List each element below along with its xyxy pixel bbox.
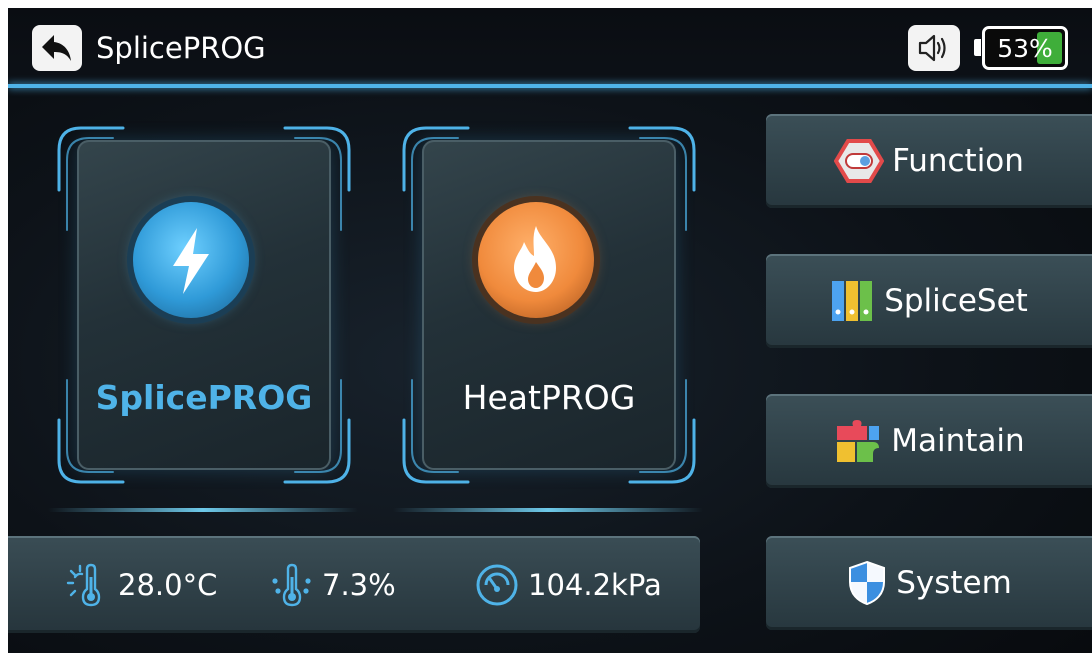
splice-screen: SplicePROG 53% SplicePROG HeatPROG Funct… [8, 8, 1092, 653]
page-title: SplicePROG [96, 31, 266, 65]
speaker-icon [918, 34, 946, 62]
back-arrow-icon [42, 35, 71, 61]
function-label: Function [892, 143, 1024, 179]
splice-prog-card[interactable]: SplicePROG [53, 120, 355, 490]
spliceset-button[interactable]: SpliceSet [766, 254, 1092, 348]
header-divider [8, 84, 1092, 88]
card-glow-line [48, 508, 358, 512]
battery-indicator: 53% [982, 26, 1068, 70]
pressure-value: 104.2kPa [528, 568, 662, 602]
back-button[interactable] [32, 25, 82, 71]
temperature-value: 28.0°C [118, 568, 218, 602]
spliceset-label: SpliceSet [884, 283, 1028, 319]
flame-icon [478, 202, 594, 318]
humidity-icon [272, 563, 311, 607]
humidity-value: 7.3% [322, 568, 396, 602]
sound-button[interactable] [908, 25, 960, 71]
card-glow-line [393, 508, 703, 512]
puzzle-icon [837, 420, 880, 462]
pressure-readout: 104.2kPa [474, 562, 662, 608]
gauge-icon [476, 564, 518, 606]
system-label: System [896, 565, 1012, 601]
humidity-readout: 7.3% [270, 562, 396, 608]
lightning-icon [133, 202, 249, 318]
header-bar: SplicePROG 53% [8, 8, 1092, 88]
shield-icon [849, 560, 886, 606]
maintain-button[interactable]: Maintain [766, 394, 1092, 488]
system-button[interactable]: System [766, 536, 1092, 630]
card-label: SplicePROG [95, 378, 313, 417]
binders-icon [832, 281, 873, 321]
maintain-label: Maintain [891, 423, 1025, 459]
toggle-icon [834, 139, 885, 183]
card-label: HeatPROG [462, 378, 636, 417]
heat-prog-card[interactable]: HeatPROG [398, 120, 700, 490]
thermometer-sun-icon [66, 563, 101, 607]
function-button[interactable]: Function [766, 114, 1092, 208]
status-bar: 28.0°C 7.3% 104.2kPa [8, 536, 700, 633]
battery-percent: 53% [997, 33, 1053, 63]
temperature-readout: 28.0°C [66, 562, 217, 608]
battery-cap [974, 39, 981, 56]
